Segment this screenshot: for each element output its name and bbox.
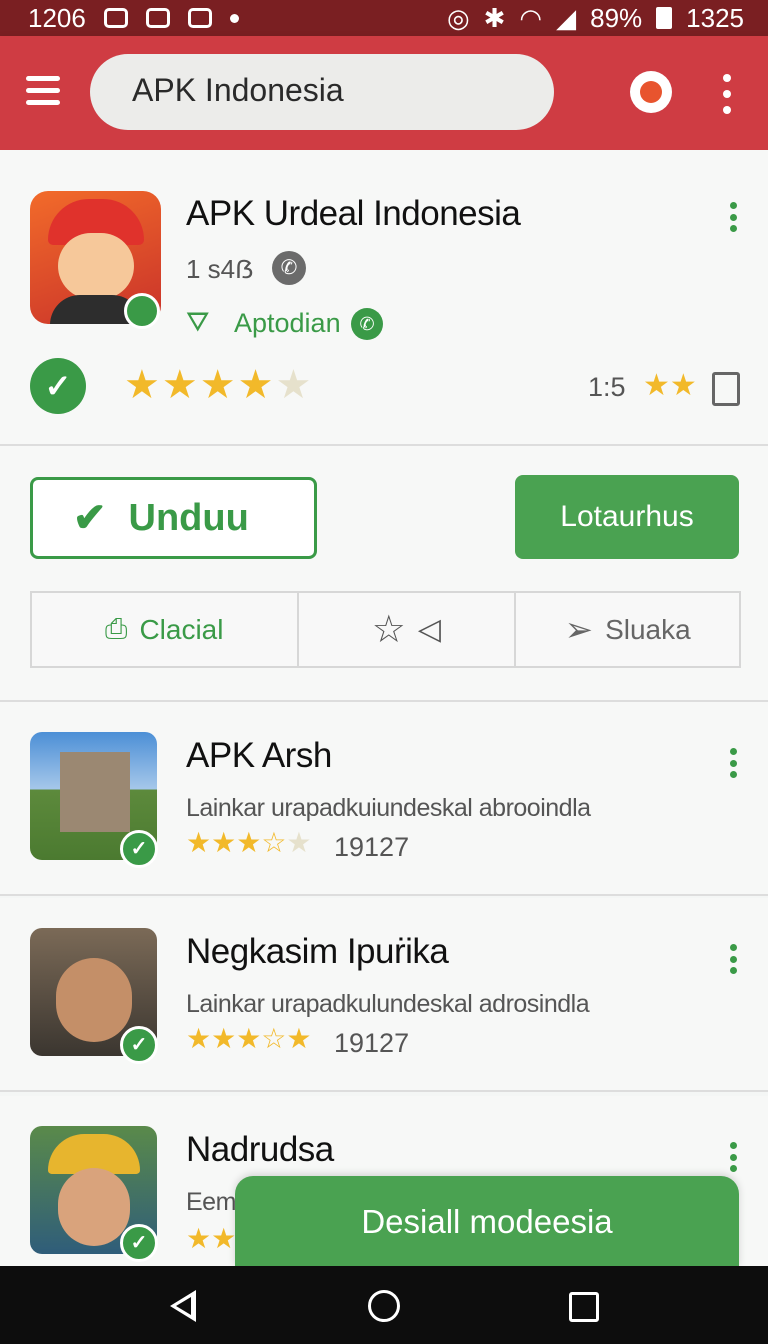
- search-input[interactable]: APK Indonesia: [90, 54, 554, 130]
- menu-icon[interactable]: [26, 76, 60, 106]
- list-item-more-icon[interactable]: [728, 748, 738, 778]
- status-time-left: 1206: [28, 2, 86, 33]
- notification-icon: [103, 8, 128, 28]
- share-label: Clacial: [139, 613, 224, 645]
- details-cta-button[interactable]: Desiall modeesia: [235, 1176, 739, 1268]
- list-item-count: 19127: [334, 832, 410, 862]
- wifi-icon: ◠: [519, 2, 543, 33]
- list-item-title: APK Arsh: [186, 736, 332, 775]
- signal-icon: ◢: [556, 2, 577, 33]
- verified-badge-icon: ✓: [120, 1224, 158, 1262]
- list-item[interactable]: ✓ Negkasim Ipuṙika Lainkar urapadkulunde…: [0, 898, 768, 1092]
- battery-percent: 89%: [590, 2, 643, 33]
- app-size: 1 s4ẞ: [186, 254, 254, 284]
- list-item-title: Negkasim Ipuṙika: [186, 932, 449, 971]
- developer-icon: ⛛: [186, 306, 210, 337]
- dot-icon: [229, 13, 239, 23]
- send-icon: ◁: [417, 613, 441, 646]
- save-label: Sluaka: [605, 613, 691, 645]
- recent-apps-icon[interactable]: [569, 1292, 599, 1322]
- share-button[interactable]: ⎙ Clacial: [32, 593, 299, 666]
- share-icon: ⎙: [105, 613, 128, 644]
- save-button[interactable]: ➢ Sluaka: [516, 593, 739, 666]
- list-item-description: Eem: [186, 1188, 236, 1216]
- check-icon: ✔: [73, 496, 107, 540]
- install-label: Lotaurhus: [560, 500, 694, 533]
- cta-label: Desiall modeesia: [361, 1203, 613, 1240]
- star-icon: ☆: [371, 609, 406, 651]
- app-bar: APK Indonesia: [0, 36, 768, 150]
- paper-plane-icon: ➢: [564, 610, 594, 649]
- battery-icon: [656, 7, 673, 29]
- action-panel: ✔ Unduu Lotaurhus ⎙ Clacial ☆ ◁ ➢ Sluaka: [0, 446, 768, 702]
- list-item-stars: ★★: [186, 1223, 237, 1254]
- list-item-more-icon[interactable]: [728, 944, 738, 974]
- verified-badge-icon: [124, 293, 160, 329]
- app-title: APK Urdeal Indonesia: [186, 194, 521, 233]
- download-button[interactable]: ✔ Unduu: [30, 477, 317, 559]
- status-bar: 1206 ◎ ✱ ◠ ◢ 89% 1325: [0, 0, 768, 36]
- verified-badge-icon: ✓: [120, 830, 158, 868]
- nfc-icon: ◎: [446, 2, 470, 33]
- phone-icon: ✆: [272, 251, 306, 285]
- list-item-description: Lainkar urapadkulundeskal adrosindla: [186, 990, 590, 1018]
- installed-check-icon: ✓: [30, 358, 86, 414]
- call-icon: ✆: [351, 308, 383, 340]
- list-item-stars: ★★★☆★: [186, 1023, 312, 1054]
- list-item[interactable]: ✓ APK Arsh Lainkar urapadkuiundeskal abr…: [0, 702, 768, 896]
- verified-badge-icon: ✓: [120, 1026, 158, 1064]
- list-item-title: Nadrudsa: [186, 1130, 334, 1169]
- record-icon[interactable]: [630, 71, 672, 113]
- featured-app-card[interactable]: APK Urdeal Indonesia 1 s4ẞ ✆ ⛛ Aptodian …: [0, 150, 768, 446]
- list-item-stars: ★★★☆★: [186, 827, 312, 858]
- list-item-more-icon[interactable]: [728, 1142, 738, 1172]
- install-button[interactable]: Lotaurhus: [515, 475, 739, 559]
- list-item-description: Lainkar urapadkuiundeskal abrooindla: [186, 794, 591, 822]
- system-nav-bar: [0, 1266, 768, 1344]
- list-item-count: 19127: [334, 1028, 410, 1058]
- secondary-actions: ⎙ Clacial ☆ ◁ ➢ Sluaka: [30, 591, 741, 668]
- home-icon[interactable]: [368, 1290, 400, 1322]
- status-time-right: 1325: [686, 2, 744, 33]
- clipboard-icon[interactable]: [712, 372, 740, 406]
- gallery-icon: [145, 8, 170, 28]
- developer-name[interactable]: Aptodian: [234, 308, 341, 339]
- rating-stars: ★★★★★: [124, 363, 314, 407]
- small-stars: ★★: [643, 369, 697, 402]
- rate-button[interactable]: ☆ ◁: [299, 593, 517, 666]
- rating-text: 1:5: [588, 372, 626, 402]
- edit-icon: [187, 8, 212, 28]
- mute-icon: ✱: [483, 2, 506, 33]
- download-label: Unduu: [128, 496, 249, 539]
- app-more-icon[interactable]: [728, 202, 738, 232]
- search-query: APK Indonesia: [132, 72, 344, 108]
- more-options-icon[interactable]: [720, 74, 734, 114]
- back-icon[interactable]: [170, 1290, 196, 1322]
